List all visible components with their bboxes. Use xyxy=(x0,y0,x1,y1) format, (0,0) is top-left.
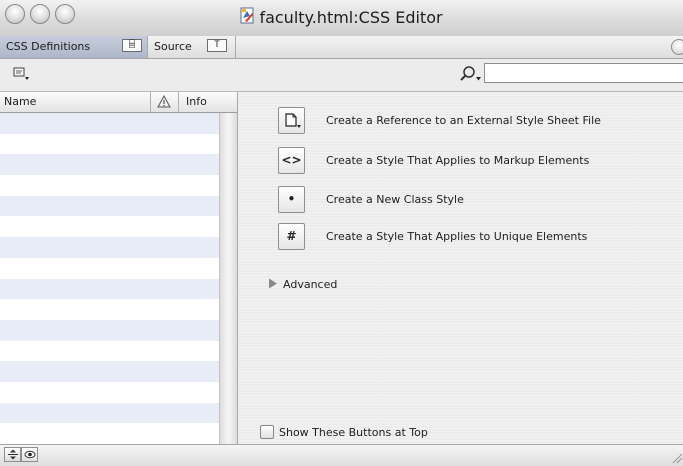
window-title: faculty.html:CSS Editor xyxy=(259,8,443,27)
external-stylesheet-label: Create a Reference to an External Style … xyxy=(326,114,601,127)
action-external-stylesheet[interactable]: Create a Reference to an External Style … xyxy=(278,107,658,135)
column-header-name[interactable]: Name xyxy=(4,95,36,108)
editor-toolbar xyxy=(0,59,683,92)
tab-css-definitions-label: CSS Definitions xyxy=(6,40,91,53)
show-buttons-top-option[interactable]: Show These Buttons at Top xyxy=(260,425,428,439)
list-row[interactable] xyxy=(0,134,219,155)
list-row[interactable] xyxy=(0,175,219,196)
eye-icon xyxy=(24,450,36,459)
tab-source-label: Source xyxy=(154,40,192,53)
list-scrollbar[interactable] xyxy=(219,113,237,444)
show-buttons-top-checkbox[interactable] xyxy=(260,425,274,439)
window-title-group: faculty.html:CSS Editor xyxy=(0,7,683,29)
list-row[interactable] xyxy=(0,216,219,237)
action-markup-elements[interactable]: <> Create a Style That Applies to Markup… xyxy=(278,147,658,175)
sheet-menu-icon[interactable] xyxy=(13,67,31,84)
unique-elements-label: Create a Style That Applies to Unique El… xyxy=(326,230,588,243)
tab-css-definitions[interactable]: CSS Definitions ⌸ xyxy=(0,36,148,58)
preview-button[interactable] xyxy=(21,447,38,462)
markup-elements-button[interactable]: <> xyxy=(278,147,305,174)
document-icon xyxy=(285,113,301,128)
html-document-icon xyxy=(240,7,256,29)
show-buttons-top-label: Show These Buttons at Top xyxy=(279,426,428,439)
css-editor-window: faculty.html:CSS Editor CSS Definitions … xyxy=(0,0,683,466)
external-stylesheet-button[interactable] xyxy=(278,107,305,134)
list-row[interactable] xyxy=(0,154,219,176)
list-row[interactable] xyxy=(0,113,219,134)
style-list-pane: Name Info xyxy=(0,92,238,444)
list-view-icon: ⌸ xyxy=(122,39,142,52)
disclosure-triangle-icon[interactable] xyxy=(268,278,278,292)
search-input[interactable] xyxy=(484,63,683,83)
status-bar xyxy=(0,444,683,466)
list-row[interactable] xyxy=(0,402,219,424)
list-row[interactable] xyxy=(0,423,219,444)
list-row[interactable] xyxy=(0,237,219,258)
advanced-disclosure[interactable]: Advanced xyxy=(268,278,337,292)
list-header: Name Info xyxy=(0,92,237,113)
hash-icon: # xyxy=(286,229,297,243)
unique-elements-button[interactable]: # xyxy=(278,223,305,250)
markup-tag-icon: <> xyxy=(281,153,302,167)
column-header-sort[interactable] xyxy=(150,92,178,112)
text-view-icon: T xyxy=(207,39,227,52)
title-bar[interactable]: faculty.html:CSS Editor xyxy=(0,0,683,37)
list-row[interactable] xyxy=(0,258,219,279)
toolbar-toggle-button[interactable] xyxy=(671,39,683,55)
resize-grip-icon[interactable] xyxy=(669,450,683,466)
editor-tab-strip: CSS Definitions ⌸ Source T xyxy=(0,36,683,59)
list-row[interactable] xyxy=(0,195,219,217)
class-dot-icon: • xyxy=(287,192,296,206)
magnifier-menu-icon[interactable] xyxy=(459,65,483,86)
column-header-info[interactable]: Info xyxy=(178,92,237,112)
action-unique-elements[interactable]: # Create a Style That Applies to Unique … xyxy=(278,223,658,251)
style-list[interactable] xyxy=(0,113,219,444)
list-row[interactable] xyxy=(0,278,219,300)
create-style-pane: Create a Reference to an External Style … xyxy=(238,92,683,444)
list-row[interactable] xyxy=(0,341,219,362)
list-row[interactable] xyxy=(0,382,219,403)
list-row[interactable] xyxy=(0,299,219,320)
list-row[interactable] xyxy=(0,319,219,341)
action-new-class[interactable]: • Create a New Class Style xyxy=(278,186,658,214)
tab-source[interactable]: Source T xyxy=(148,36,236,58)
warning-triangle-icon xyxy=(157,95,171,108)
advanced-label: Advanced xyxy=(283,278,338,291)
new-class-label: Create a New Class Style xyxy=(326,193,464,206)
new-class-button[interactable]: • xyxy=(278,186,305,213)
split-arrows-icon xyxy=(8,449,18,460)
markup-elements-label: Create a Style That Applies to Markup El… xyxy=(326,154,590,167)
list-row[interactable] xyxy=(0,361,219,382)
split-view-button[interactable] xyxy=(4,447,21,462)
